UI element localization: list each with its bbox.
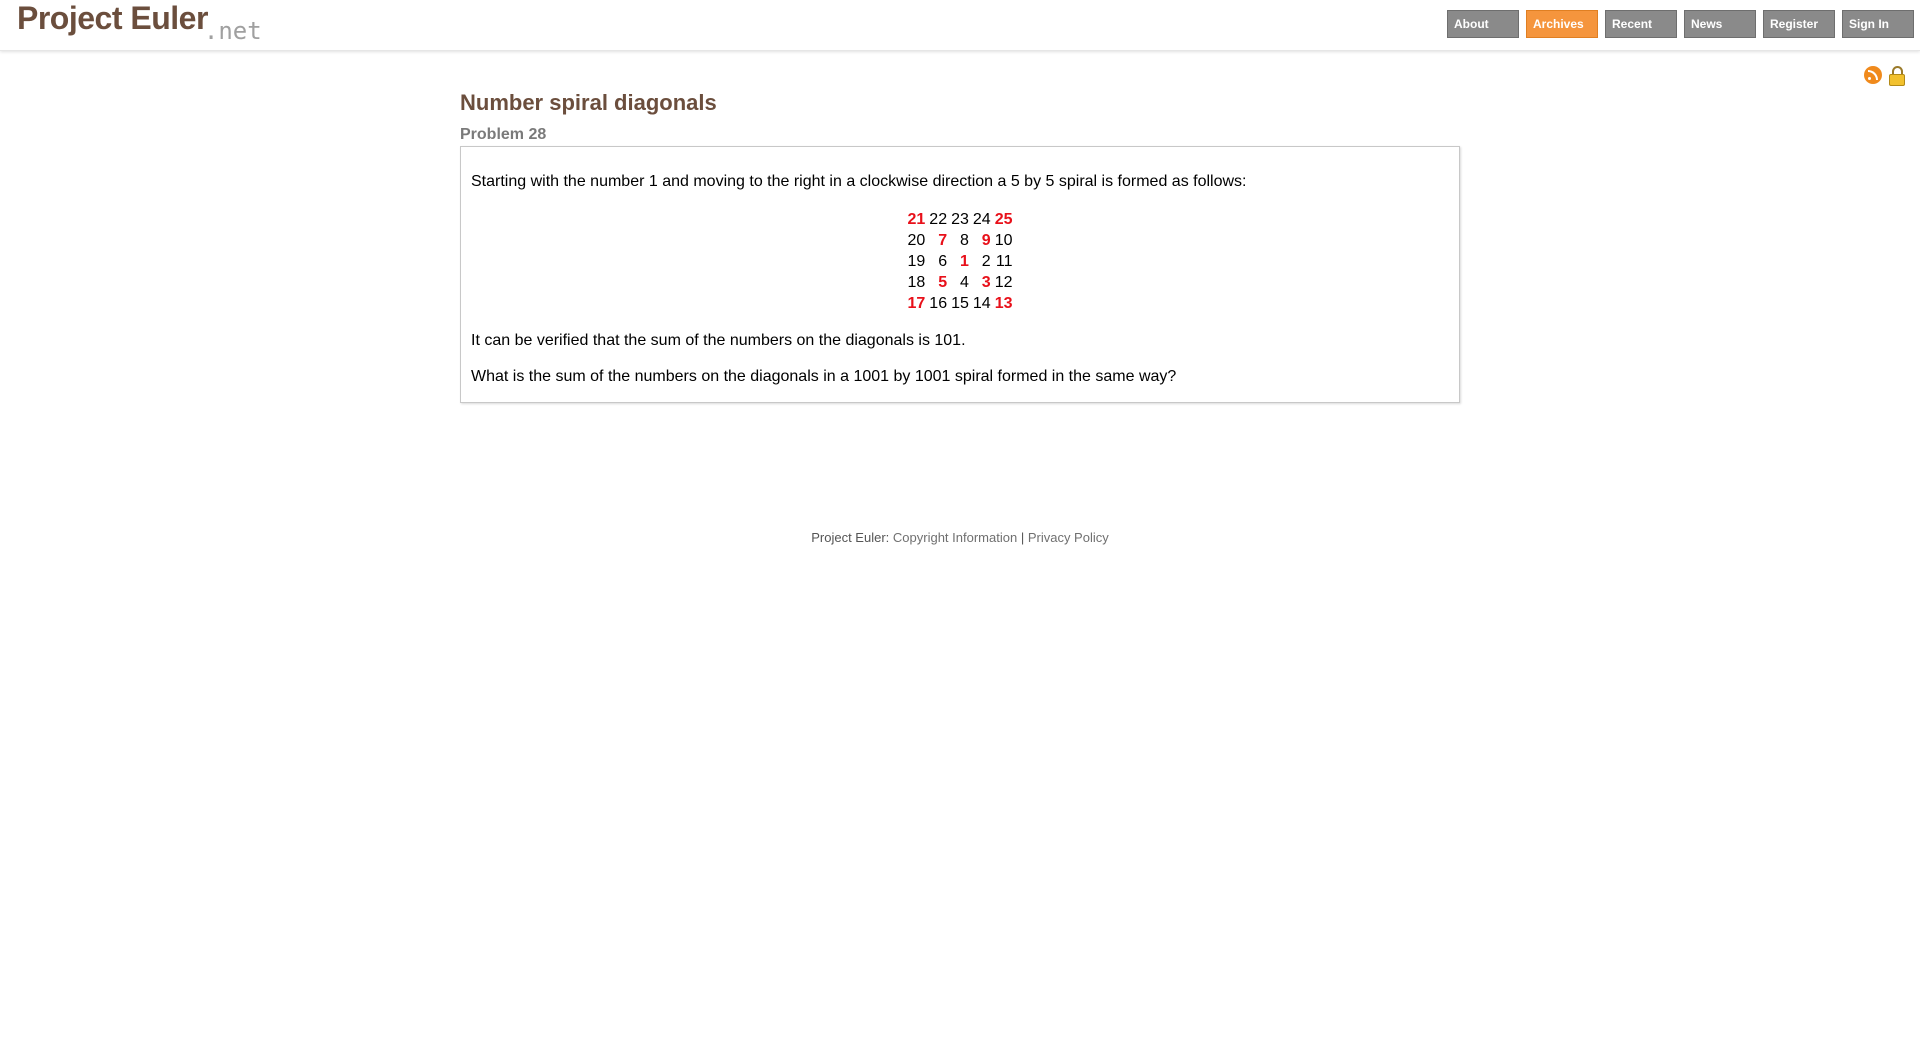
spiral-cell: 13 <box>994 295 1013 312</box>
nav-news-button[interactable]: News <box>1684 10 1756 38</box>
spiral-row: 19 6 1 2 11 <box>906 251 1015 272</box>
nav-recent-button[interactable]: Recent <box>1605 10 1677 38</box>
lock-icon[interactable] <box>1888 66 1906 86</box>
spiral-cell: 5 <box>938 274 948 291</box>
problem-content: Number spiral diagonals Problem 28 Start… <box>460 90 1460 403</box>
spiral-cell: 14 <box>972 295 991 312</box>
spiral-row: 18 5 4 3 12 <box>906 272 1015 293</box>
spiral-grid: 21 22 23 24 25 20 7 8 9 10 19 6 1 2 11 1… <box>906 209 1015 314</box>
footer-separator: | <box>1020 530 1025 545</box>
spiral-row: 17 16 15 14 13 <box>906 293 1015 314</box>
problem-number: Problem 28 <box>460 126 547 143</box>
spiral-cell: 19 <box>907 253 926 270</box>
main-nav: About Archives Recent News Register Sign… <box>1447 10 1914 38</box>
spiral-cell: 9 <box>981 232 991 249</box>
feed-icons <box>1864 66 1906 86</box>
problem-title: Number spiral diagonals <box>460 90 717 115</box>
spiral-cell: 11 <box>995 253 1013 270</box>
spiral-cell: 8 <box>959 232 969 249</box>
spiral-cell: 16 <box>929 295 948 312</box>
nav-about-button[interactable]: About <box>1447 10 1519 38</box>
spiral-cell: 22 <box>929 211 948 228</box>
question-text: What is the sum of the numbers on the di… <box>471 368 1177 385</box>
spiral-cell: 1 <box>959 253 969 270</box>
site-header: Project Euler.net About Archives Recent … <box>0 0 1920 51</box>
spiral-cell: 20 <box>907 232 926 249</box>
spiral-row: 21 22 23 24 25 <box>906 209 1015 230</box>
spiral-cell: 21 <box>907 211 926 228</box>
footer-prefix: Project Euler: <box>811 530 890 545</box>
spiral-cell: 25 <box>994 211 1013 228</box>
problem-description: Starting with the number 1 and moving to… <box>460 146 1460 403</box>
spiral-cell: 3 <box>981 274 991 291</box>
spiral-cell: 23 <box>951 211 969 228</box>
problem-intro: Starting with the number 1 and moving to… <box>471 173 1247 190</box>
nav-sign-in-button[interactable]: Sign In <box>1842 10 1914 38</box>
logo-suffix-text[interactable]: .net <box>204 17 262 45</box>
nav-register-button[interactable]: Register <box>1763 10 1835 38</box>
spiral-cell: 18 <box>907 274 926 291</box>
spiral-cell: 10 <box>994 232 1013 249</box>
site-footer: Project Euler: Copyright Information | P… <box>0 530 1920 545</box>
site-logo[interactable]: Project Euler.net <box>17 0 262 45</box>
spiral-cell: 6 <box>938 253 948 270</box>
verification-text: It can be verified that the sum of the n… <box>471 332 966 349</box>
spiral-cell: 12 <box>994 274 1013 291</box>
spiral-cell: 4 <box>959 274 969 291</box>
spiral-cell: 24 <box>972 211 991 228</box>
spiral-cell: 2 <box>981 253 991 270</box>
rss-icon[interactable] <box>1864 66 1882 84</box>
logo-main-text[interactable]: Project Euler <box>17 0 208 36</box>
nav-archives-button[interactable]: Archives <box>1526 10 1598 38</box>
spiral-cell: 17 <box>907 295 926 312</box>
privacy-policy-link[interactable]: Privacy Policy <box>1028 530 1109 545</box>
copyright-link[interactable]: Copyright Information <box>893 530 1017 545</box>
spiral-row: 20 7 8 9 10 <box>906 230 1015 251</box>
spiral-cell: 7 <box>938 232 948 249</box>
spiral-cell: 15 <box>951 295 969 312</box>
